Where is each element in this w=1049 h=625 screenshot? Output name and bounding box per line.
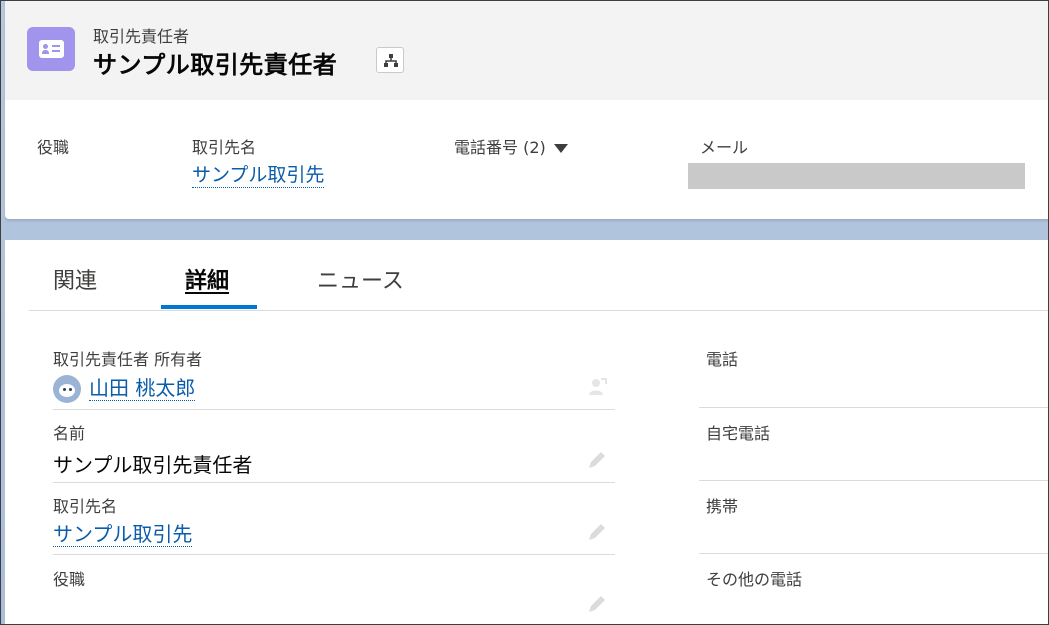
name-label: 名前: [53, 424, 86, 443]
name-value: サンプル取引先責任者: [53, 453, 253, 477]
account-link[interactable]: サンプル取引先: [53, 522, 193, 547]
highlight-title-label: 役職: [37, 138, 70, 157]
hierarchy-icon: [384, 54, 398, 67]
owner-label: 取引先責任者 所有者: [53, 350, 203, 369]
field-divider: [699, 553, 1048, 554]
highlight-account-link[interactable]: サンプル取引先: [192, 163, 325, 188]
change-owner-icon[interactable]: [585, 375, 609, 399]
phone-label: 電話: [706, 350, 739, 369]
mobile-label: 携帯: [706, 497, 739, 516]
detail-panel: [5, 240, 1048, 624]
record-title: サンプル取引先責任者: [93, 51, 338, 79]
field-divider: [53, 554, 615, 555]
field-divider: [699, 480, 1048, 481]
owner-link[interactable]: 山田 桃太郎: [89, 376, 196, 401]
highlight-account-label: 取引先名: [192, 138, 257, 157]
highlight-phone-dropdown[interactable]: 電話番号 (2): [454, 134, 568, 158]
field-divider: [53, 409, 615, 410]
tab-news[interactable]: ニュース: [317, 263, 404, 295]
edit-name-icon[interactable]: [586, 449, 608, 471]
other-phone-label: その他の電話: [706, 570, 803, 589]
home-phone-label: 自宅電話: [706, 424, 771, 443]
field-divider: [699, 407, 1048, 408]
edit-account-icon[interactable]: [586, 521, 608, 543]
tab-details[interactable]: 詳細: [185, 263, 229, 295]
edit-title-icon[interactable]: [586, 593, 608, 615]
active-tab-indicator: [161, 305, 257, 309]
title-label: 役職: [53, 570, 86, 589]
field-divider: [53, 482, 615, 483]
tab-related[interactable]: 関連: [53, 263, 97, 295]
object-type-label: 取引先責任者: [93, 27, 190, 46]
highlight-email-label: メール: [700, 138, 749, 157]
highlight-phone-label: 電話番号 (2): [454, 138, 546, 157]
account-label: 取引先名: [53, 497, 118, 516]
caret-down-icon: [553, 144, 568, 153]
avatar: [53, 375, 81, 403]
tabs-divider: [29, 310, 1048, 311]
app-frame: 取引先責任者 サンプル取引先責任者 役職 取引先名 サンプル取引先 電話番号 (…: [0, 0, 1049, 625]
contact-card-icon: [27, 27, 75, 71]
view-hierarchy-button[interactable]: [376, 47, 404, 73]
masked-email-value: [688, 163, 1025, 189]
